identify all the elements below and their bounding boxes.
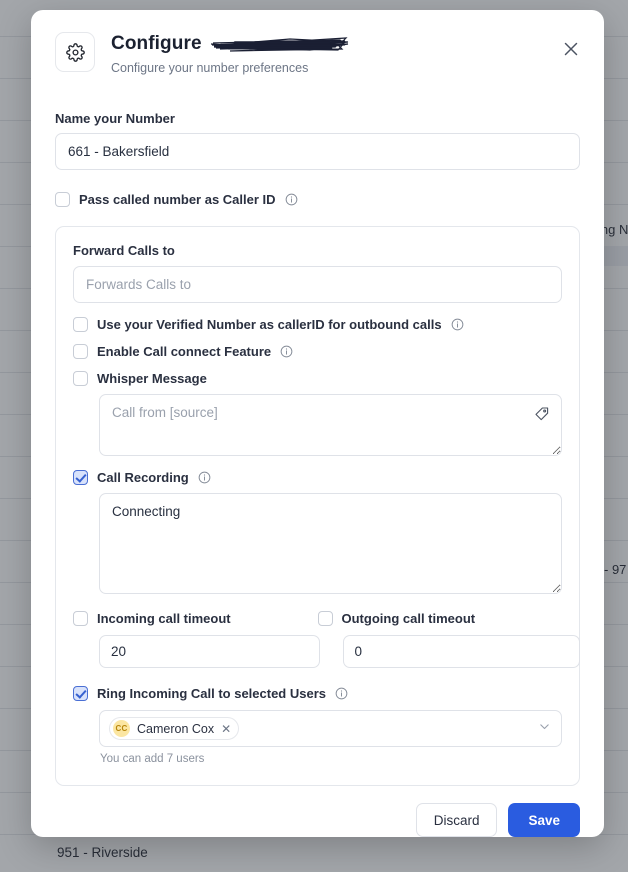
forward-calls-input[interactable] (73, 266, 562, 303)
gear-icon (55, 32, 95, 72)
incoming-timeout-block: Incoming call timeout (73, 611, 320, 668)
whisper-message-label: Whisper Message (97, 371, 207, 386)
ring-users-checkbox[interactable] (73, 686, 88, 701)
redaction-scribble (210, 33, 350, 55)
user-chip[interactable]: CC Cameron Cox ✕ (109, 717, 240, 740)
outgoing-timeout-checkbox[interactable] (317, 611, 333, 626)
info-icon[interactable] (335, 687, 348, 700)
info-icon[interactable] (285, 193, 298, 206)
whisper-message-row[interactable]: Whisper Message (73, 371, 562, 386)
user-chip-name: Cameron Cox (137, 721, 215, 736)
whisper-message-checkbox[interactable] (73, 371, 88, 386)
name-your-number-label: Name your Number (55, 111, 175, 126)
page-root: ing N - 97 951 - Riverside Configure Con… (0, 0, 628, 872)
chevron-down-icon[interactable] (538, 720, 551, 738)
info-icon[interactable] (280, 345, 293, 358)
info-icon[interactable] (198, 471, 211, 484)
call-recording-checkbox[interactable] (73, 470, 88, 485)
whisper-message-textarea[interactable] (99, 394, 562, 456)
forward-calls-section: Forward Calls to Use your Verified Numbe… (55, 226, 580, 786)
name-your-number-input[interactable] (55, 133, 580, 170)
users-helper-text: You can add 7 users (100, 753, 205, 765)
outgoing-timeout-row[interactable]: Outgoing call timeout (317, 611, 563, 626)
configure-number-modal: Configure Configure your number preferen… (31, 10, 604, 837)
verified-number-label: Use your Verified Number as callerID for… (97, 317, 442, 332)
call-connect-row[interactable]: Enable Call connect Feature (73, 344, 562, 359)
call-connect-checkbox[interactable] (73, 344, 88, 359)
whisper-message-textarea-wrap (99, 394, 562, 456)
ring-users-label: Ring Incoming Call to selected Users (97, 686, 326, 701)
close-icon[interactable] (558, 36, 584, 62)
modal-body: Name your Number Pass called number as C… (31, 111, 604, 786)
incoming-timeout-row[interactable]: Incoming call timeout (73, 611, 318, 626)
outgoing-timeout-label: Outgoing call timeout (341, 611, 476, 626)
call-recording-label: Call Recording (97, 470, 189, 485)
timeouts-row: Incoming call timeout Outgoing call time… (73, 611, 580, 668)
page-title: Configure (111, 33, 202, 54)
incoming-timeout-checkbox[interactable] (73, 611, 88, 626)
modal-subtitle: Configure your number preferences (111, 61, 309, 75)
call-recording-row[interactable]: Call Recording (73, 470, 562, 485)
modal-footer: Discard Save (31, 786, 604, 837)
close-icon[interactable]: ✕ (221, 723, 231, 735)
modal-header: Configure Configure your number preferen… (31, 10, 604, 75)
call-connect-label: Enable Call connect Feature (97, 344, 272, 359)
verified-number-checkbox[interactable] (73, 317, 88, 332)
users-select-wrap: CC Cameron Cox ✕ (99, 710, 562, 747)
ring-users-block: Ring Incoming Call to selected Users CC (73, 686, 562, 765)
tag-icon[interactable] (534, 406, 550, 422)
pass-caller-id-checkbox[interactable] (55, 192, 70, 207)
info-icon[interactable] (451, 318, 464, 331)
pass-caller-id-label: Pass called number as Caller ID (79, 192, 276, 207)
incoming-timeout-input[interactable] (99, 635, 320, 668)
pass-caller-id-row[interactable]: Pass called number as Caller ID (55, 192, 580, 207)
outgoing-timeout-block: Outgoing call timeout (317, 611, 580, 668)
avatar: CC (113, 720, 130, 737)
forward-calls-label: Forward Calls to (73, 243, 175, 258)
verified-number-row[interactable]: Use your Verified Number as callerID for… (73, 317, 562, 332)
call-recording-textarea[interactable] (99, 493, 562, 594)
discard-button[interactable]: Discard (415, 803, 498, 837)
outgoing-timeout-input[interactable] (342, 635, 580, 668)
save-button[interactable]: Save (508, 803, 580, 837)
ring-users-row[interactable]: Ring Incoming Call to selected Users (73, 686, 562, 701)
modal-title-block: Configure Configure your number preferen… (111, 32, 350, 75)
call-recording-textarea-wrap (99, 493, 562, 594)
users-multiselect[interactable]: CC Cameron Cox ✕ (99, 710, 562, 747)
incoming-timeout-label: Incoming call timeout (97, 611, 231, 626)
